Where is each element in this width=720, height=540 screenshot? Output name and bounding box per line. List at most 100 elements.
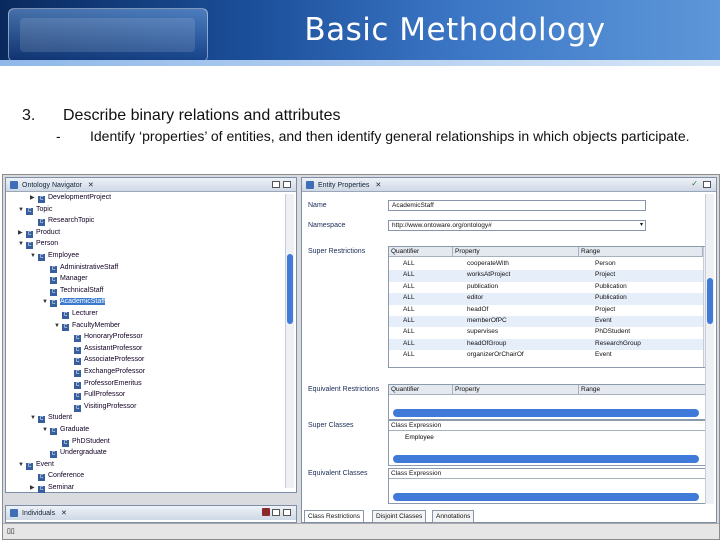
tree-node[interactable]: C ResearchTopic xyxy=(30,217,94,227)
tree-node[interactable]: C VisitingProfessor xyxy=(66,403,136,413)
column-header-quantifier[interactable]: Quantifier xyxy=(389,247,453,257)
table-row[interactable]: ALL publication Publication xyxy=(389,282,713,293)
expand-arrow-icon[interactable]: ▼ xyxy=(18,462,26,468)
chevron-down-icon[interactable]: ▾ xyxy=(640,221,643,228)
collapse-arrow-icon[interactable]: ▶ xyxy=(30,194,38,201)
column-header-range[interactable]: Range xyxy=(579,247,703,257)
individuals-close-icon[interactable]: ✕ xyxy=(61,510,67,517)
table-row[interactable]: ALL headOfGroup ResearchGroup xyxy=(389,338,713,351)
individuals-maximize-icon[interactable] xyxy=(283,509,291,516)
tree-node[interactable]: ▶ C Seminar xyxy=(30,484,74,494)
tree-node[interactable]: ▶ C Product xyxy=(18,229,60,239)
tree-node[interactable]: C ExchangeProfessor xyxy=(66,368,145,378)
class-icon: C xyxy=(26,207,33,215)
individuals-header: Individuals ✕ xyxy=(6,506,296,520)
tree-node[interactable]: C Undergraduate xyxy=(42,449,107,459)
tab-disjoint-classes[interactable]: Disjoint Classes xyxy=(372,510,427,523)
super-class-value[interactable]: Employee xyxy=(405,434,434,441)
eq-column-header-range[interactable]: Range xyxy=(579,385,713,395)
navigator-scrollbar[interactable] xyxy=(285,194,294,488)
expand-arrow-icon[interactable]: ▼ xyxy=(18,207,26,213)
table-row[interactable]: ALL editor Publication xyxy=(389,293,713,305)
expand-arrow-icon[interactable]: ▼ xyxy=(30,253,38,259)
tree-node-label: PhDStudent xyxy=(72,437,110,445)
property-cell: memberOfPC xyxy=(467,317,507,324)
class-icon: C xyxy=(50,265,57,273)
tree-node[interactable]: C HonoraryProfessor xyxy=(66,333,143,343)
tree-node-label: Employee xyxy=(48,252,80,259)
table-row[interactable]: ALL cooperateWith Person xyxy=(389,259,713,270)
expand-arrow-icon[interactable]: ▼ xyxy=(42,299,50,305)
class-expression-header[interactable]: Class Expression xyxy=(389,421,713,431)
class-icon: C xyxy=(74,335,81,343)
entity-scrollbar[interactable] xyxy=(705,194,714,504)
tree-node[interactable]: ▼ C FacultyMember xyxy=(54,322,120,332)
table-row[interactable]: ALL supervises PhDStudent xyxy=(389,327,713,338)
entity-menu-icon[interactable] xyxy=(703,181,711,188)
navigator-scroll-thumb[interactable] xyxy=(287,254,293,324)
equiv-class-expression-header[interactable]: Class Expression xyxy=(389,469,713,479)
navigator-close-icon[interactable]: ✕ xyxy=(88,182,94,189)
quantifier-cell: ALL xyxy=(403,339,415,347)
table-row[interactable]: ALL memberOfPC Event xyxy=(389,316,713,328)
tree-node-label: Seminar xyxy=(48,484,75,491)
tree-node[interactable]: ▼ C Topic xyxy=(18,206,52,216)
property-cell: publication xyxy=(467,282,499,290)
tree-node[interactable]: ▼ C Employee xyxy=(30,252,79,262)
tree-node[interactable]: C Conference xyxy=(30,472,84,482)
equivalent-classes-hscroll[interactable] xyxy=(393,493,699,501)
quantifier-cell: ALL xyxy=(403,328,415,336)
expand-arrow-icon[interactable]: ▼ xyxy=(54,323,62,329)
status-text: ▯▯ xyxy=(7,528,15,535)
collapse-arrow-icon[interactable]: ▶ xyxy=(30,484,38,491)
expand-arrow-icon[interactable]: ▼ xyxy=(30,415,38,421)
class-icon: C xyxy=(62,312,69,319)
column-header-property[interactable]: Property xyxy=(453,247,579,257)
expand-arrow-icon[interactable]: ▼ xyxy=(42,427,50,433)
table-row[interactable]: ALL headOf Project xyxy=(389,305,713,316)
name-field[interactable]: AcademicStaff xyxy=(388,200,646,211)
individuals-minimize-icon[interactable] xyxy=(272,509,280,516)
tree-node[interactable]: ▼ C Graduate xyxy=(42,426,89,436)
eq-column-header-property[interactable]: Property xyxy=(453,385,579,395)
tree-node[interactable]: C Lecturer xyxy=(54,310,98,320)
property-cell: supervises xyxy=(467,328,499,336)
property-cell: organizerOrChairOf xyxy=(467,351,524,359)
expand-arrow-icon[interactable]: ▼ xyxy=(18,241,26,247)
tree-node[interactable]: C Manager xyxy=(42,275,88,285)
range-cell: Project xyxy=(595,305,616,313)
entity-scroll-thumb[interactable] xyxy=(707,278,713,324)
namespace-field[interactable]: http://www.ontoware.org/ontology# ▾ xyxy=(388,220,646,231)
tree-node[interactable]: C AdministrativeStaff xyxy=(42,264,118,274)
super-classes-label: Super Classes xyxy=(308,422,354,429)
eq-column-header-quantifier[interactable]: Quantifier xyxy=(389,385,453,395)
tree-node[interactable]: ▼ C Person xyxy=(18,240,58,250)
table-row[interactable]: ALL organizerOrChairOf Event xyxy=(389,350,713,361)
super-classes-hscroll[interactable] xyxy=(393,455,699,463)
tree-node[interactable]: ▶ C DevelopmentProject xyxy=(30,194,111,204)
tree-node[interactable]: C AssociateProfessor xyxy=(66,356,144,366)
tree-node[interactable]: ▼ C Event xyxy=(18,461,54,471)
tab-class-restrictions[interactable]: Class Restrictions xyxy=(304,510,365,522)
eq-restrictions-hscroll[interactable] xyxy=(393,409,699,417)
entity-close-icon[interactable]: ✕ xyxy=(375,182,381,189)
tree-node[interactable]: C ProfessorEmeritus xyxy=(66,380,142,390)
sub-bullet-dash: - xyxy=(56,128,61,144)
tree-node-label: VisitingProfessor xyxy=(84,402,137,410)
tree-node[interactable]: ▼ C AcademicStaff xyxy=(42,298,106,308)
tree-node[interactable]: C PhDStudent xyxy=(54,438,110,448)
quantifier-cell: ALL xyxy=(403,305,415,313)
tab-annotations[interactable]: Annotations xyxy=(432,510,475,523)
minimize-icon[interactable] xyxy=(272,181,280,188)
tree-node-label: Product xyxy=(36,228,61,236)
tree-node[interactable]: C AssistantProfessor xyxy=(66,345,142,355)
maximize-icon[interactable] xyxy=(283,181,291,188)
check-icon[interactable]: ✓ xyxy=(691,179,698,188)
class-icon: C xyxy=(50,277,57,285)
table-row[interactable]: ALL worksAtProject Project xyxy=(389,270,713,282)
delete-icon[interactable] xyxy=(262,508,270,516)
tree-node[interactable]: C FullProfessor xyxy=(66,391,125,401)
tree-node[interactable]: C TechnicalStaff xyxy=(42,287,103,297)
collapse-arrow-icon[interactable]: ▶ xyxy=(18,229,26,236)
tree-node[interactable]: ▼ C Student xyxy=(30,414,72,424)
